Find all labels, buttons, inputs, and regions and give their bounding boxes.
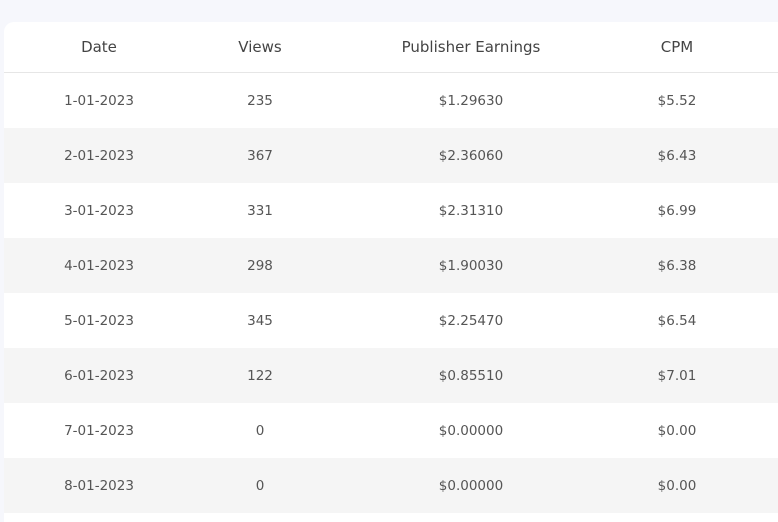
- table-body: 1-01-2023 235 $1.29630 $5.52 2-01-2023 367 $2.…: [4, 72, 778, 513]
- cell-spacer: [738, 403, 778, 458]
- cell-spacer: [738, 72, 778, 128]
- cell-views: 298: [194, 238, 326, 293]
- cell-date: 3-01-2023: [4, 183, 194, 238]
- table-row: 4-01-2023 298 $1.90030 $6.38: [4, 238, 778, 293]
- cell-views: 235: [194, 72, 326, 128]
- cell-spacer: [738, 183, 778, 238]
- table-header-row: Date Views Publisher Earnings CPM: [4, 22, 778, 73]
- cell-cpm: $0.00: [616, 458, 738, 513]
- cell-publisher-earnings: $2.25470: [326, 293, 616, 348]
- cell-views: 331: [194, 183, 326, 238]
- cell-publisher-earnings: $0.85510: [326, 348, 616, 403]
- cell-cpm: $6.43: [616, 128, 738, 183]
- column-header-date[interactable]: Date: [4, 22, 194, 73]
- cell-cpm: $6.38: [616, 238, 738, 293]
- table-row: 6-01-2023 122 $0.85510 $7.01: [4, 348, 778, 403]
- cell-date: 7-01-2023: [4, 403, 194, 458]
- column-header-spacer: [738, 22, 778, 73]
- cell-date: 6-01-2023: [4, 348, 194, 403]
- table-row: 8-01-2023 0 $0.00000 $0.00: [4, 458, 778, 513]
- cell-spacer: [738, 293, 778, 348]
- cell-date: 2-01-2023: [4, 128, 194, 183]
- cell-publisher-earnings: $1.90030: [326, 238, 616, 293]
- cell-spacer: [738, 348, 778, 403]
- cell-cpm: $0.00: [616, 403, 738, 458]
- cell-cpm: $6.54: [616, 293, 738, 348]
- cell-cpm: $6.99: [616, 183, 738, 238]
- table-row: 5-01-2023 345 $2.25470 $6.54: [4, 293, 778, 348]
- cell-publisher-earnings: $1.29630: [326, 72, 616, 128]
- cell-spacer: [738, 238, 778, 293]
- column-header-cpm[interactable]: CPM: [616, 22, 738, 73]
- cell-publisher-earnings: $0.00000: [326, 458, 616, 513]
- table-row: 2-01-2023 367 $2.36060 $6.43: [4, 128, 778, 183]
- cell-publisher-earnings: $2.31310: [326, 183, 616, 238]
- cell-spacer: [738, 128, 778, 183]
- cell-views: 367: [194, 128, 326, 183]
- table-row: 1-01-2023 235 $1.29630 $5.52: [4, 72, 778, 128]
- cell-date: 5-01-2023: [4, 293, 194, 348]
- column-header-views[interactable]: Views: [194, 22, 326, 73]
- cell-spacer: [738, 458, 778, 513]
- cell-views: 0: [194, 458, 326, 513]
- cell-cpm: $5.52: [616, 72, 738, 128]
- cell-views: 345: [194, 293, 326, 348]
- cell-publisher-earnings: $2.36060: [326, 128, 616, 183]
- cell-publisher-earnings: $0.00000: [326, 403, 616, 458]
- cell-date: 8-01-2023: [4, 458, 194, 513]
- cell-date: 4-01-2023: [4, 238, 194, 293]
- cell-views: 0: [194, 403, 326, 458]
- earnings-table-card: Date Views Publisher Earnings CPM 1-01-2…: [4, 22, 778, 522]
- cell-date: 1-01-2023: [4, 72, 194, 128]
- table-row: 3-01-2023 331 $2.31310 $6.99: [4, 183, 778, 238]
- cell-cpm: $7.01: [616, 348, 738, 403]
- cell-views: 122: [194, 348, 326, 403]
- column-header-publisher-earnings[interactable]: Publisher Earnings: [326, 22, 616, 73]
- earnings-table: Date Views Publisher Earnings CPM 1-01-2…: [4, 22, 778, 513]
- table-row: 7-01-2023 0 $0.00000 $0.00: [4, 403, 778, 458]
- table-header: Date Views Publisher Earnings CPM: [4, 22, 778, 73]
